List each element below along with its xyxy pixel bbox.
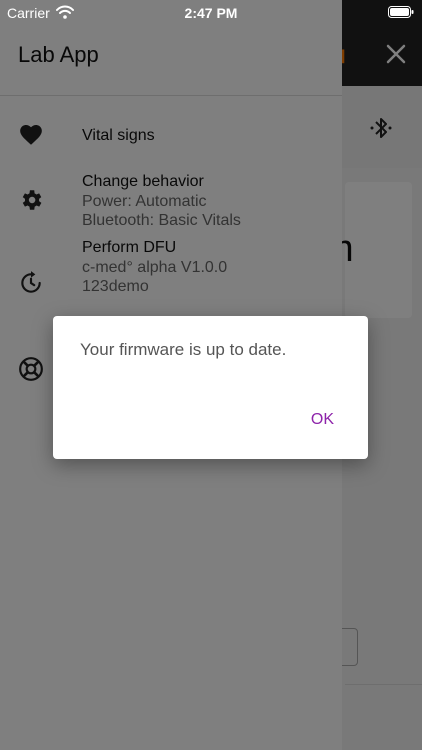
battery-icon [388,6,414,18]
status-bar: Carrier 2:47 PM [0,0,422,26]
status-time: 2:47 PM [184,5,238,21]
firmware-dialog: Your firmware is up to date. OK [53,316,368,459]
ok-button[interactable]: OK [311,411,334,429]
dialog-message: Your firmware is up to date. [80,340,287,359]
